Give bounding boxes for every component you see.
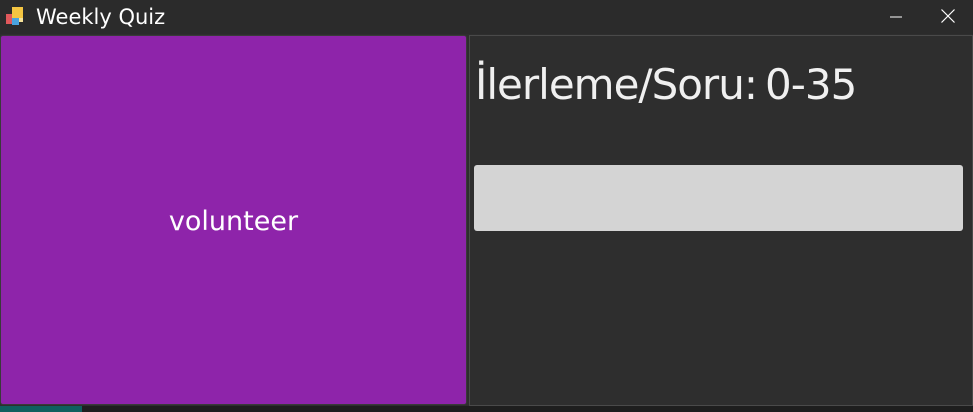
close-button[interactable]	[925, 0, 971, 34]
app-window: Weekly Quiz volunteer İlerleme/Soru: 0-35	[0, 0, 973, 412]
quiz-panel: İlerleme/Soru: 0-35	[469, 35, 973, 406]
word-card[interactable]: volunteer	[0, 35, 467, 405]
answer-input[interactable]	[474, 165, 963, 231]
title-bar[interactable]: Weekly Quiz	[0, 0, 973, 34]
taskbar-accent	[0, 406, 82, 412]
bottom-edge	[0, 406, 973, 412]
card-word: volunteer	[168, 205, 299, 237]
minimize-button[interactable]	[873, 0, 919, 34]
progress-value: 0-35	[764, 60, 857, 109]
close-icon	[941, 8, 955, 27]
window-title: Weekly Quiz	[36, 5, 166, 29]
minimize-icon	[890, 8, 902, 27]
app-icon	[6, 7, 26, 27]
progress-indicator: İlerleme/Soru: 0-35	[475, 56, 857, 114]
progress-label: İlerleme/Soru:	[475, 60, 758, 109]
